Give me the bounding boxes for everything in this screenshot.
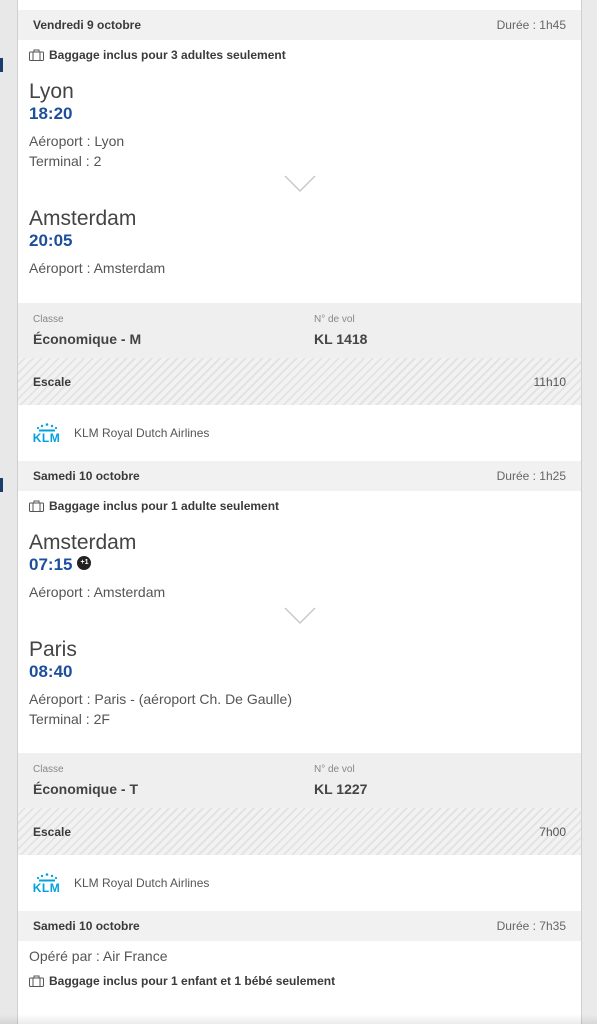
briefcase-icon — [29, 500, 44, 512]
right-page-edge — [581, 0, 597, 1024]
airline-row: KLM KLM Royal Dutch Airlines — [18, 855, 581, 911]
arrival-city: Amsterdam — [29, 207, 137, 230]
segment-header: Samedi 10 octobre Durée : 7h35 — [18, 911, 581, 941]
flight-details: Classe Économique - M N° de vol KL 1418 — [18, 303, 581, 358]
departure-airport: Aéroport : Lyon — [29, 133, 125, 149]
arrival-terminal: Terminal : 2F — [29, 711, 110, 727]
itinerary-content: Vendredi 9 octobre Durée : 1h45 Baggage … — [18, 0, 581, 989]
baggage-text: Baggage inclus pour 1 adulte seulement — [49, 499, 280, 513]
segment-duration: Durée : 7h35 — [496, 919, 566, 933]
departure-time: 07:15 +1 — [18, 555, 581, 575]
segment-duration: Durée : 1h25 — [496, 469, 566, 483]
stopover-duration: 11h10 — [533, 374, 566, 389]
briefcase-icon — [29, 975, 44, 987]
edge-marker — [0, 478, 3, 492]
flight-number-value: KL 1418 — [314, 331, 368, 347]
departure-time: 18:20 — [18, 104, 581, 124]
class-label: Classe — [33, 764, 64, 775]
departure-terminal: Terminal : 2 — [29, 153, 102, 169]
arrival-city: Paris — [29, 638, 77, 661]
baggage-info: Baggage inclus pour 1 enfant et 1 bébé s… — [18, 965, 581, 989]
departure-city: Lyon — [29, 80, 74, 103]
baggage-info: Baggage inclus pour 3 adultes seulement — [18, 40, 581, 63]
departure-time-value: 18:20 — [29, 104, 73, 123]
departure-airport: Aéroport : Amsterdam — [29, 584, 166, 600]
itinerary-panel: Vendredi 9 octobre Durée : 1h45 Baggage … — [17, 0, 582, 1024]
flight-number-label: N° de vol — [314, 764, 355, 775]
left-page-edge — [0, 0, 17, 1024]
flight-number-label: N° de vol — [314, 314, 355, 325]
segment-duration: Durée : 1h45 — [496, 18, 566, 32]
flight-segment: Vendredi 9 octobre Durée : 1h45 Baggage … — [18, 10, 581, 358]
departure-city: Amsterdam — [29, 531, 137, 554]
segment-date: Samedi 10 octobre — [33, 469, 140, 483]
expand-chevron[interactable] — [18, 171, 581, 207]
operated-by: Opéré par : Air France — [29, 948, 168, 964]
class-value: Économique - T — [33, 781, 138, 797]
stopover-bar: Escale 11h10 — [18, 358, 581, 405]
stopover-bar: Escale 7h00 — [18, 808, 581, 855]
klm-logo-text: KLM — [32, 431, 61, 445]
stopover-duration: 7h00 — [539, 824, 566, 839]
baggage-text: Baggage inclus pour 1 enfant et 1 bébé s… — [49, 974, 336, 988]
flight-number-value: KL 1227 — [314, 781, 368, 797]
segment-header: Samedi 10 octobre Durée : 1h25 — [18, 461, 581, 491]
stopover-label: Escale — [33, 824, 72, 839]
arrival-airport: Aéroport : Amsterdam — [29, 260, 166, 276]
edge-marker — [0, 58, 3, 72]
airline-name: KLM Royal Dutch Airlines — [74, 426, 210, 440]
klm-logo: KLM — [29, 422, 64, 444]
arrival-time: 08:40 — [18, 662, 581, 682]
chevron-down-icon[interactable] — [283, 607, 316, 625]
arrival-airport: Aéroport : Paris - (aéroport Ch. De Gaul… — [29, 691, 292, 707]
baggage-info: Baggage inclus pour 1 adulte seulement — [18, 491, 581, 514]
segment-date: Vendredi 9 octobre — [33, 18, 142, 32]
next-day-badge: +1 — [77, 556, 92, 570]
flight-segment: Samedi 10 octobre Durée : 7h35 Opéré par… — [18, 911, 581, 989]
segment-header: Vendredi 9 octobre Durée : 1h45 — [18, 10, 581, 40]
airline-row: KLM KLM Royal Dutch Airlines — [18, 405, 581, 461]
arrival-time-value: 20:05 — [29, 231, 73, 250]
stopover-label: Escale — [33, 374, 72, 389]
class-label: Classe — [33, 314, 64, 325]
chevron-down-icon[interactable] — [283, 175, 316, 193]
klm-logo-text: KLM — [32, 881, 61, 895]
segment-date: Samedi 10 octobre — [33, 919, 140, 933]
briefcase-icon — [29, 49, 44, 61]
arrival-time-value: 08:40 — [29, 662, 73, 681]
arrival-time: 20:05 — [18, 231, 581, 251]
klm-logo: KLM — [29, 872, 64, 894]
baggage-text: Baggage inclus pour 3 adultes seulement — [49, 48, 286, 62]
departure-time-value: 07:15 — [29, 555, 73, 574]
class-value: Économique - M — [33, 331, 142, 347]
expand-chevron[interactable] — [18, 602, 581, 638]
bottom-shadow — [0, 1014, 597, 1024]
airline-name: KLM Royal Dutch Airlines — [74, 876, 210, 890]
flight-details: Classe Économique - T N° de vol KL 1227 — [18, 753, 581, 808]
flight-segment: Samedi 10 octobre Durée : 1h25 Baggage i… — [18, 461, 581, 808]
